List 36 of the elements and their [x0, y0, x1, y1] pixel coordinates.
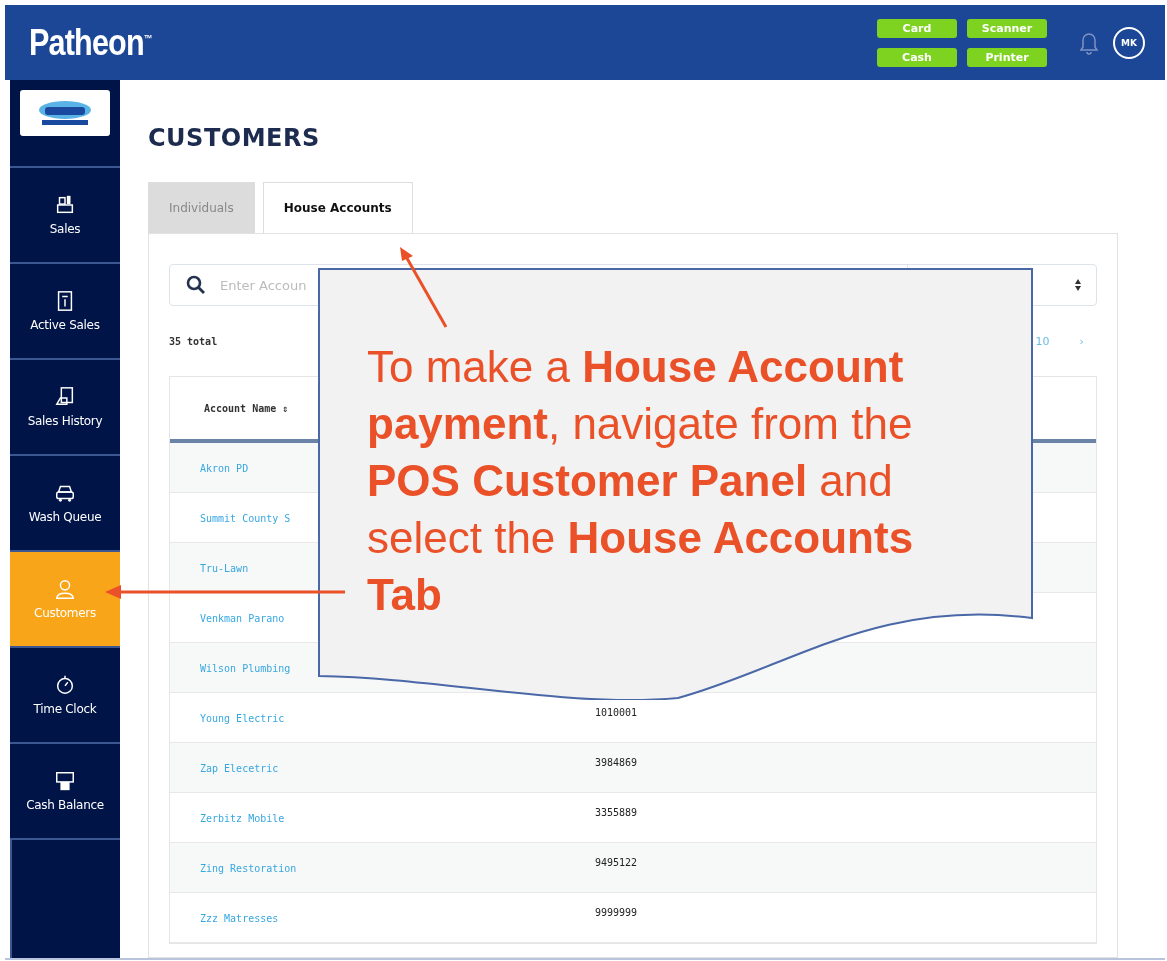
account-link[interactable]: Wilson Plumbing [200, 663, 291, 674]
sidebar-item[interactable]: Cash Balance [10, 744, 120, 840]
account-link[interactable]: Venkman Parano [200, 613, 285, 624]
sidebar-item[interactable]: Time Clock [10, 648, 120, 744]
status-button[interactable]: Card [877, 18, 957, 38]
total-count: 35 total [169, 335, 218, 347]
account-link[interactable]: Zzz Matresses [200, 913, 279, 924]
sidebar-item[interactable]: Sales History [10, 360, 120, 456]
user-avatar[interactable]: MK [1113, 26, 1145, 59]
status-button[interactable]: Printer [967, 47, 1047, 67]
status-button[interactable]: Scanner [967, 18, 1047, 38]
table-cell: 3984869 [595, 757, 638, 768]
account-link[interactable]: Tru-Lawn [200, 563, 249, 574]
tab[interactable]: House Accounts [262, 182, 413, 233]
search-field[interactable]: Enter Accoun [220, 277, 310, 293]
callout-text: To make a House Account payment, navigate from the POS Customer Panel and select the House Accounts Tab [367, 341, 915, 621]
account-link[interactable]: Zerbitz Mobile [200, 813, 285, 824]
sidebar-item[interactable]: Sales [10, 168, 120, 264]
sidebar-item[interactable]: Active Sales [10, 264, 120, 360]
account-link[interactable]: Young Electric [200, 713, 285, 724]
table-cell: 3355889 [595, 807, 638, 818]
table-cell: 9999999 [595, 907, 638, 918]
status-button[interactable]: Cash [877, 47, 957, 67]
page-link[interactable]: › [1074, 331, 1089, 351]
account-link[interactable]: Summit County S [200, 513, 291, 524]
table-cell: 1010001 [595, 707, 638, 718]
sidebar-item[interactable]: Customers [10, 552, 120, 648]
account-link[interactable]: Zap Elecetric [200, 763, 279, 774]
tab[interactable]: Individuals [148, 182, 255, 233]
page-link[interactable]: 10 [1030, 331, 1055, 351]
column-header[interactable]: Account Name ⇕ [204, 402, 289, 414]
brand-logo: Patheon$^{™}$ [29, 21, 152, 64]
account-link[interactable]: Akron PD [200, 463, 249, 474]
table-cell: 9495122 [595, 857, 638, 868]
account-link[interactable]: Zing Restoration [200, 863, 297, 874]
page-title: CUSTOMERS [148, 124, 321, 152]
